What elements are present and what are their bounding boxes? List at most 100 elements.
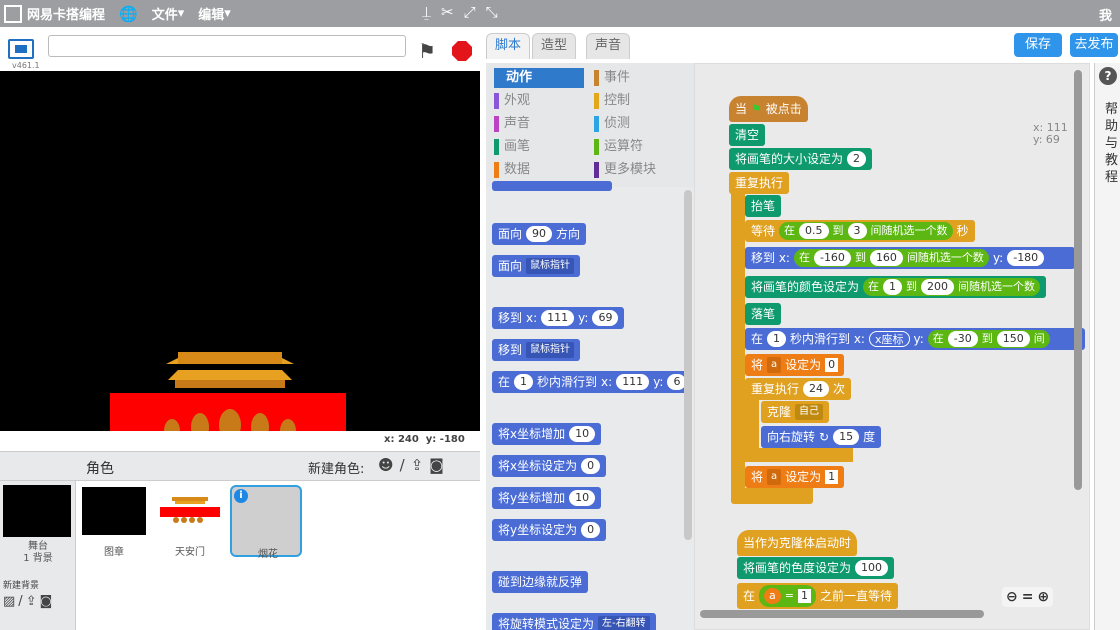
grow-icon[interactable]: ⤢ xyxy=(464,3,476,21)
upload-icon[interactable]: ⇪ xyxy=(411,456,424,474)
stage-header: v461.1 ⚑ xyxy=(0,27,480,71)
script-area[interactable]: x: 111 y: 69 当 ⚑ 被点击 清空 将画笔的大小设定为 2 重复执行 抬笔 … xyxy=(694,63,1090,630)
backdrop-library-icon[interactable]: ▨ xyxy=(3,594,15,609)
pen-up-block[interactable]: 抬笔 xyxy=(745,195,782,217)
category-events[interactable]: 事件 xyxy=(592,68,630,88)
script-horizontal-scrollbar[interactable] xyxy=(700,610,984,618)
turn-right-block[interactable]: 向右旋转 ↻ 15 度 xyxy=(761,426,882,448)
tab-scripts[interactable]: 脚本 xyxy=(486,33,531,59)
sprite-library-icon[interactable]: ☻ xyxy=(378,456,394,474)
stage-canvas[interactable] xyxy=(0,71,480,431)
tab-costumes[interactable]: 造型 xyxy=(532,33,577,59)
publish-button[interactable]: 去发布 xyxy=(1070,33,1118,57)
clear-block[interactable]: 清空 xyxy=(729,124,766,146)
when-clone-start-block[interactable]: 当作为克隆体启动时 xyxy=(737,530,858,556)
globe-icon[interactable]: 🌐 xyxy=(119,5,138,23)
stage-label: 舞台 xyxy=(28,541,48,552)
category-sensing[interactable]: 侦测 xyxy=(592,114,630,134)
set-pen-color-block[interactable]: 将画笔的颜色设定为在 1 到 200 间随机选一个数 xyxy=(745,276,1047,298)
green-flag-icon[interactable]: ⚑ xyxy=(418,39,436,63)
sprite-thumbnail xyxy=(158,487,222,535)
menu-bar: 网易卡搭编程 🌐 文件 ▾ 编辑 ▾ ⍊ ✂ ⤢ ⤡ 我 xyxy=(0,0,1120,27)
set-y-block[interactable]: 将y坐标设定为 0 xyxy=(492,519,607,541)
help-icon[interactable]: ? xyxy=(1099,67,1117,85)
category-data[interactable]: 数据 xyxy=(492,160,530,180)
new-backdrop-label: 新建背景 xyxy=(3,581,40,591)
set-pen-size-block[interactable]: 将画笔的大小设定为 2 xyxy=(729,148,873,170)
sprite-name: 图章 xyxy=(104,547,124,558)
forever-block[interactable]: 重复执行 xyxy=(729,172,790,194)
camera-icon[interactable]: ◙ xyxy=(429,456,444,474)
file-menu[interactable]: 文件 ▾ xyxy=(152,4,185,23)
repeat-foot xyxy=(745,448,853,462)
cut-icon[interactable]: ✂ xyxy=(441,3,454,21)
goto-xy-block[interactable]: 移到 x: 111 y: 69 xyxy=(492,307,625,329)
bounce-block[interactable]: 碰到边缘就反弹 xyxy=(492,571,589,593)
glide-block[interactable]: 在 1 秒内滑行到 x: 111 y: 6 xyxy=(492,371,693,393)
stamp-icon[interactable]: ⍊ xyxy=(422,3,431,21)
sprites-title: 角色 xyxy=(86,461,114,477)
point-towards-block[interactable]: 面向 鼠标指针 xyxy=(492,255,581,277)
version-label: v461.1 xyxy=(12,61,40,70)
paint-brush-icon[interactable]: / xyxy=(400,456,405,474)
logo-icon xyxy=(4,4,22,23)
goto-target-block[interactable]: 移到 鼠标指针 xyxy=(492,339,581,361)
set-variable-block[interactable]: 将 a 设定为 0 xyxy=(745,354,845,376)
stage-coordinates: x: 240 y: -180 xyxy=(384,434,465,445)
roof-mid xyxy=(168,370,292,380)
when-flag-clicked-block[interactable]: 当 ⚑ 被点击 xyxy=(729,96,808,122)
pen-down-block[interactable]: 落笔 xyxy=(745,303,782,325)
project-name-input[interactable] xyxy=(48,35,406,57)
stage-thumbnail[interactable] xyxy=(3,485,71,537)
sprite-name: 烟花 xyxy=(258,549,278,560)
help-label[interactable]: 帮助与教程 xyxy=(1105,101,1118,186)
set-x-block[interactable]: 将x坐标设定为 0 xyxy=(492,455,607,477)
shrink-icon[interactable]: ⤡ xyxy=(486,3,498,21)
toolbar: ⍊ ✂ ⤢ ⤡ xyxy=(422,3,498,21)
category-looks[interactable]: 外观 xyxy=(492,91,530,111)
script-vertical-scrollbar[interactable] xyxy=(1074,70,1082,490)
set-pen-shade-block[interactable]: 将画笔的色度设定为 100 xyxy=(737,557,895,579)
palette-block-partial[interactable] xyxy=(492,181,612,191)
sprite-tile[interactable]: 图章 xyxy=(78,485,150,558)
stop-icon[interactable] xyxy=(452,41,472,61)
save-button[interactable]: 保存 xyxy=(1014,33,1062,57)
sprite-tile-selected[interactable]: i 烟花 xyxy=(230,485,302,560)
backdrop-paint-icon[interactable]: / xyxy=(18,594,22,609)
zoom-in-icon[interactable]: ⊕ xyxy=(1037,589,1049,605)
category-sound[interactable]: 声音 xyxy=(492,114,530,134)
glide-block[interactable]: 在 1 秒内滑行到 x: x座标 y: 在 -30 到 150 间 xyxy=(745,328,1085,350)
tab-sounds[interactable]: 声音 xyxy=(586,33,631,59)
repeat-block[interactable]: 重复执行 24 次 xyxy=(745,378,852,400)
app-logo[interactable]: 网易卡搭编程 xyxy=(4,4,105,23)
zoom-out-icon[interactable]: ⊖ xyxy=(1006,589,1018,605)
user-menu[interactable]: 我 xyxy=(1099,5,1112,24)
category-control[interactable]: 控制 xyxy=(592,91,630,111)
change-y-block[interactable]: 将y坐标增加 10 xyxy=(492,487,602,509)
zoom-reset-icon[interactable]: = xyxy=(1022,589,1034,605)
stage-pane: 舞台 1 背景 新建背景 ▨ / ⇪ ◙ xyxy=(0,481,76,630)
category-operators[interactable]: 运算符 xyxy=(592,137,643,157)
edit-menu[interactable]: 编辑 ▾ xyxy=(198,4,231,23)
forever-arm xyxy=(731,172,745,502)
zoom-controls: ⊖ = ⊕ xyxy=(1002,587,1054,607)
set-variable-block[interactable]: 将 a 设定为 1 xyxy=(745,466,845,488)
wait-until-block[interactable]: 在 a = 1 之前一直等待 xyxy=(737,583,898,609)
rotation-style-block[interactable]: 将旋转模式设定为 左-右翻转 xyxy=(492,613,656,630)
backdrop-camera-icon[interactable]: ◙ xyxy=(40,594,53,609)
category-more[interactable]: 更多模块 xyxy=(592,160,656,180)
backdrop-upload-icon[interactable]: ⇪ xyxy=(26,594,37,609)
wait-random-block[interactable]: 等待在 0.5 到 3 间随机选一个数秒 xyxy=(745,220,975,242)
point-direction-block[interactable]: 面向 90 方向 xyxy=(492,223,587,245)
fullscreen-icon[interactable] xyxy=(8,39,34,59)
sprite-tile[interactable]: 天安门 xyxy=(154,485,226,558)
category-motion[interactable]: 动作 xyxy=(494,68,584,88)
change-x-block[interactable]: 将x坐标增加 10 xyxy=(492,423,602,445)
create-clone-block[interactable]: 克隆 自己 xyxy=(761,401,830,423)
info-icon[interactable]: i xyxy=(234,489,248,503)
goto-random-block[interactable]: 移到 x: 在 -160 到 160 间随机选一个数 y: -180 xyxy=(745,247,1075,269)
sprites-header: 角色 新建角色: ☻ / ⇪ ◙ xyxy=(0,451,480,481)
backdrop-count: 1 背景 xyxy=(23,553,53,564)
category-pen[interactable]: 画笔 xyxy=(492,137,530,157)
palette-scrollbar[interactable] xyxy=(684,190,692,540)
